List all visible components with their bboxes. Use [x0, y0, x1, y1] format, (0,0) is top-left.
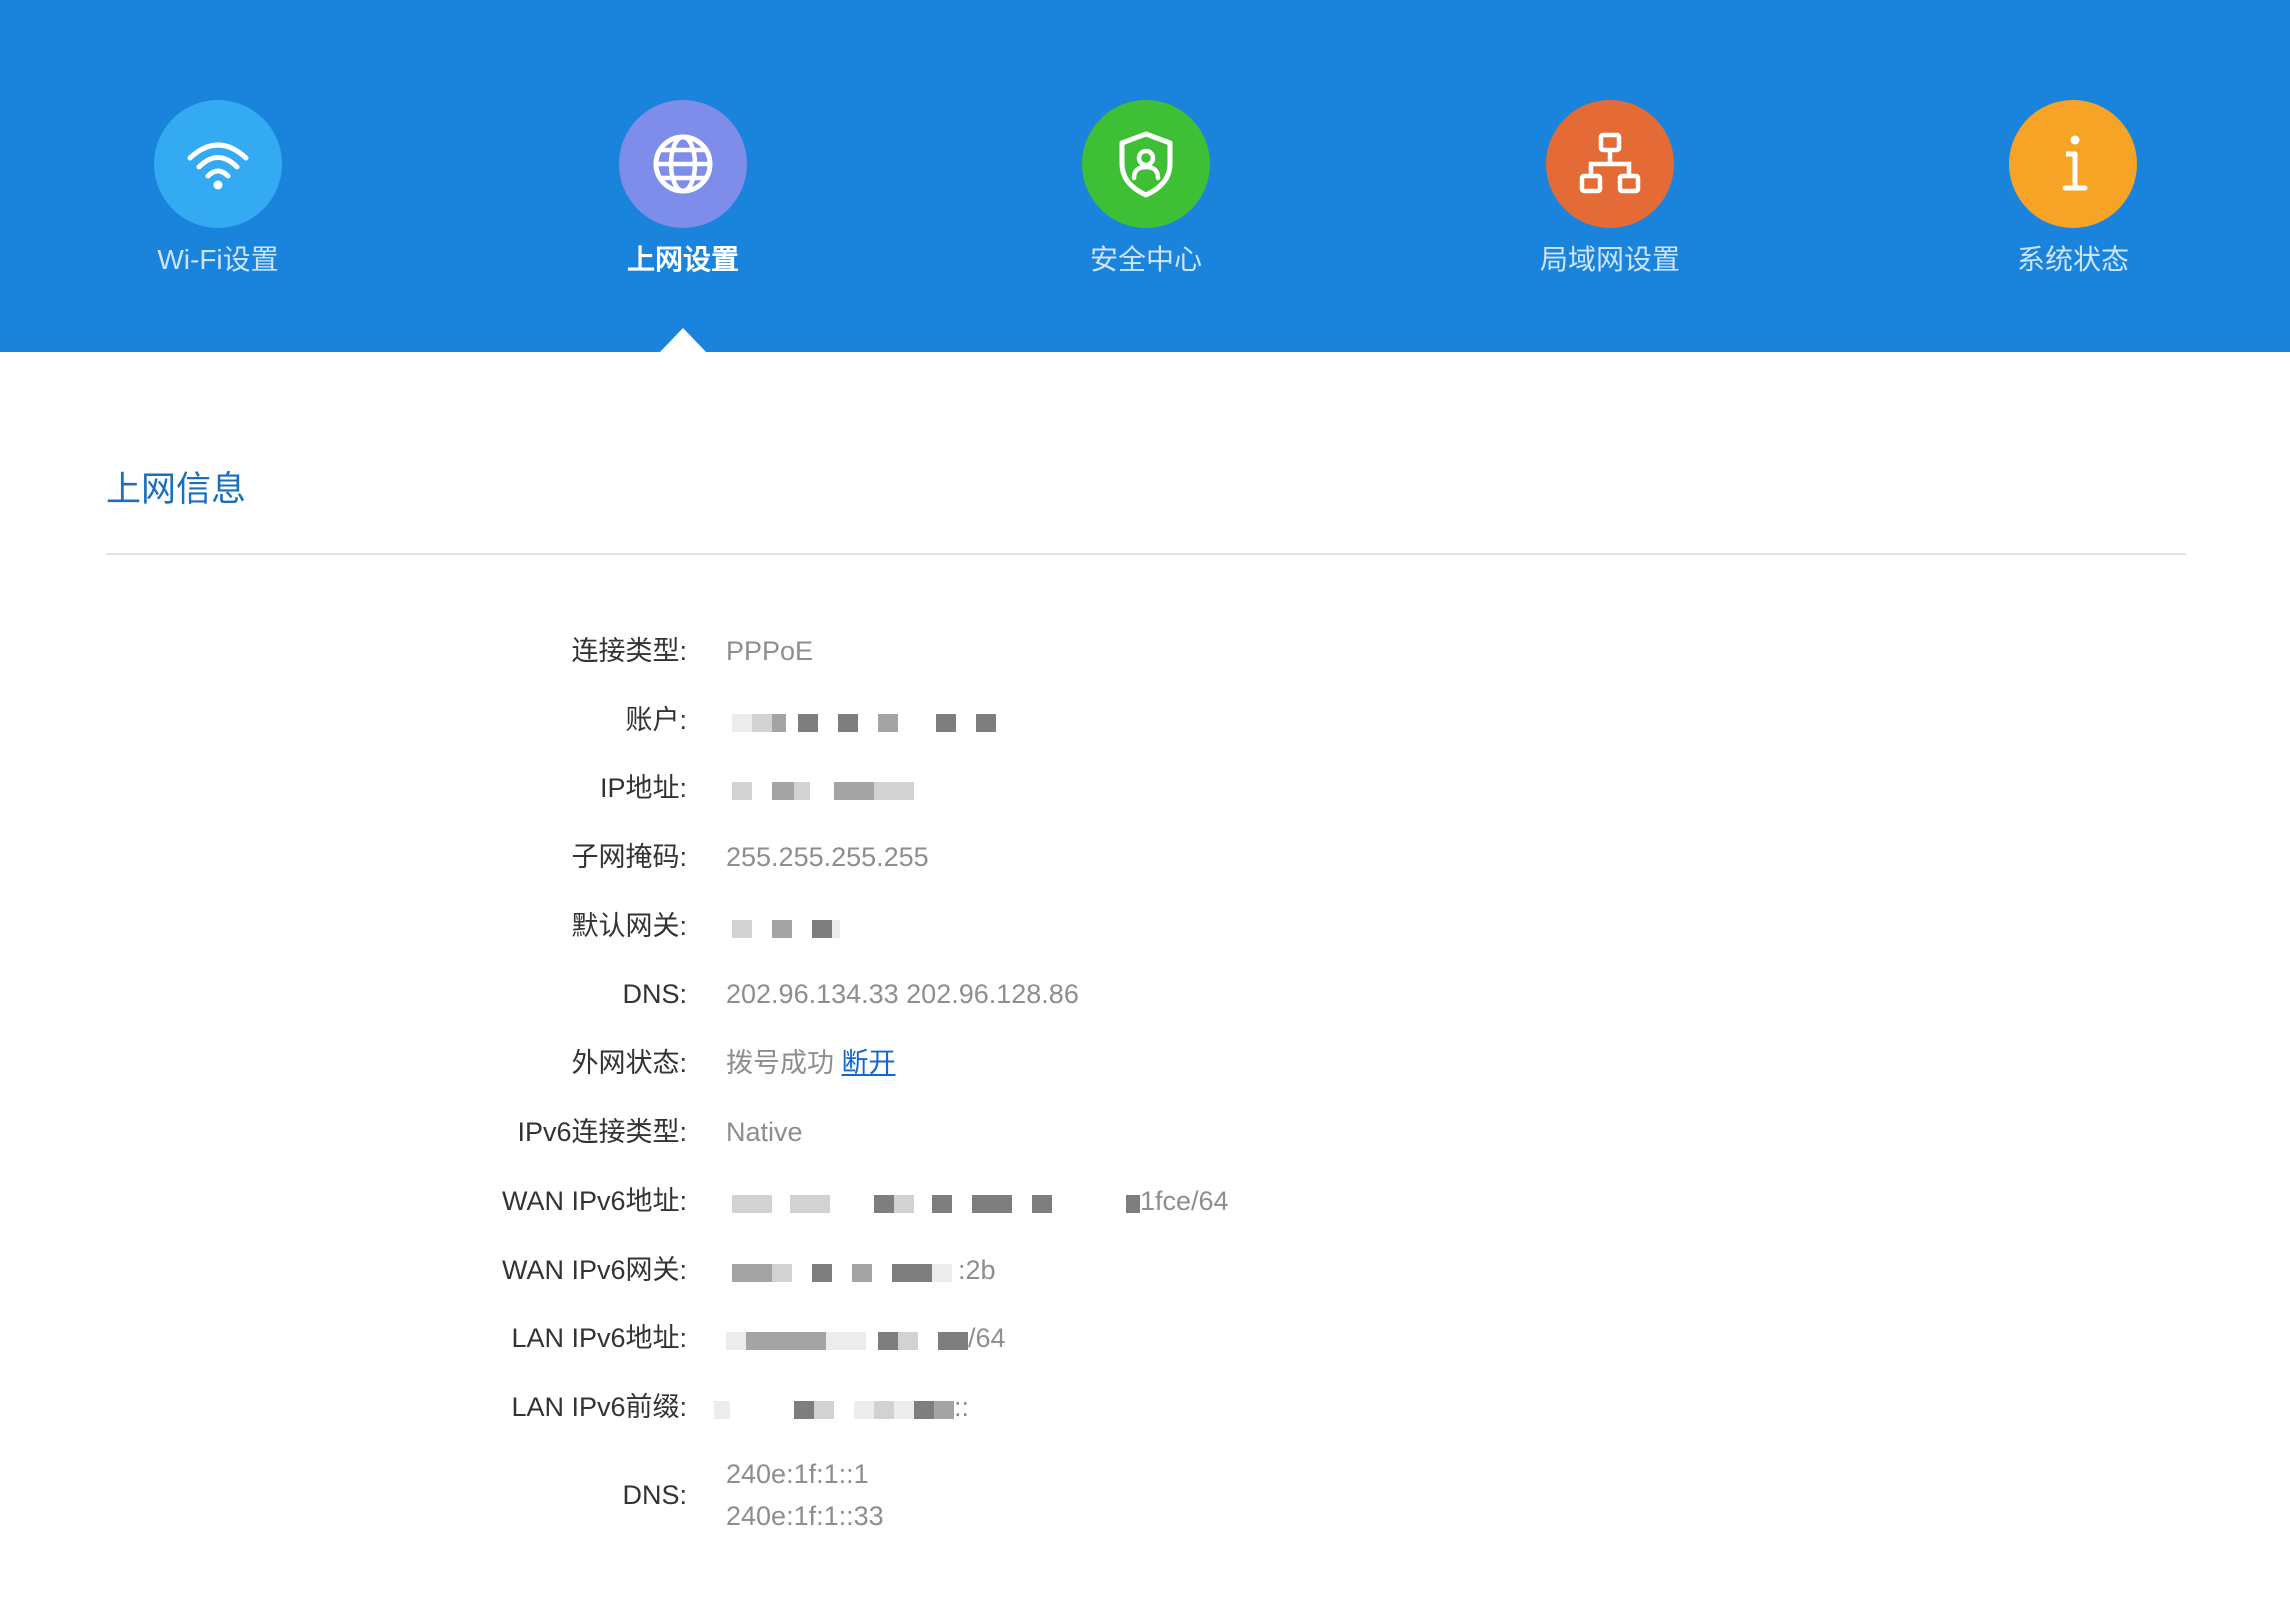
page-title: 上网信息	[106, 470, 247, 509]
row-subnet-mask: 子网掩码: 255.255.255.255	[0, 837, 2290, 877]
active-tab-pointer	[659, 328, 707, 353]
value-lan-ipv6-prefix: ::	[714, 1387, 970, 1427]
value-dns: 202.96.134.33 202.96.128.86	[726, 979, 1079, 1009]
network-topology-icon	[1546, 100, 1674, 228]
row-connection-type: 连接类型: PPPoE	[0, 631, 2290, 671]
row-lan-ipv6-prefix: LAN IPv6前缀: ::	[0, 1387, 2290, 1427]
globe-icon	[619, 100, 747, 228]
row-wan-ipv6-gateway: WAN IPv6网关: :2b	[0, 1250, 2290, 1290]
label-wan-ipv6-address: WAN IPv6地址:	[501, 1186, 687, 1216]
nav-label-system-status: 系统状态	[2016, 244, 2129, 275]
label-ip-address: IP地址:	[599, 773, 687, 803]
label-lan-ipv6-address: LAN IPv6地址:	[511, 1323, 687, 1353]
value-ipv6-dns: 240e:1f:1::1 240e:1f:1::33	[726, 1453, 884, 1537]
label-subnet-mask: 子网掩码:	[571, 842, 687, 872]
value-wan-ipv6-gateway: :2b	[726, 1250, 996, 1290]
label-ipv6-connection-type: IPv6连接类型:	[517, 1117, 687, 1147]
row-account: 账户:	[0, 700, 2290, 740]
nav-item-security-center[interactable]: 安全中心	[1016, 100, 1276, 300]
section-divider	[106, 553, 2186, 555]
label-lan-ipv6-prefix: LAN IPv6前缀:	[511, 1392, 687, 1422]
ipv6-dns-secondary: 240e:1f:1::33	[726, 1501, 884, 1531]
nav-label-internet-settings: 上网设置	[626, 244, 739, 275]
top-nav-bar: Wi-Fi设置 上网设置 安全中心 局域网设置 系统状态	[0, 0, 2290, 353]
value-subnet-mask: 255.255.255.255	[726, 842, 929, 872]
disconnect-link[interactable]: 断开	[842, 1048, 896, 1078]
label-connection-type: 连接类型:	[571, 636, 687, 666]
wan-ipv6-address-suffix: 1fce/64	[1140, 1186, 1229, 1216]
label-account: 账户:	[625, 705, 687, 735]
value-ip-address-redacted	[726, 768, 914, 808]
value-wan-status: 拨号成功 断开	[726, 1043, 896, 1083]
wan-status-text: 拨号成功	[726, 1048, 834, 1078]
lan-ipv6-prefix-suffix: ::	[954, 1392, 970, 1422]
nav-item-wifi-settings[interactable]: Wi-Fi设置	[88, 100, 348, 300]
row-ip-address: IP地址:	[0, 768, 2290, 808]
info-icon	[2009, 100, 2137, 228]
ipv6-dns-primary: 240e:1f:1::1	[726, 1459, 869, 1489]
value-default-gateway-redacted	[726, 906, 840, 946]
value-ipv6-connection-type: Native	[726, 1117, 803, 1147]
value-wan-ipv6-address: 1fce/64	[726, 1181, 1229, 1221]
row-wan-status: 外网状态: 拨号成功 断开	[0, 1043, 2290, 1083]
label-wan-status: 外网状态:	[571, 1048, 687, 1078]
row-dns: DNS: 202.96.134.33 202.96.128.86	[0, 974, 2290, 1014]
wan-ipv6-gateway-suffix: :2b	[958, 1255, 996, 1285]
lan-ipv6-address-suffix: /64	[968, 1323, 1006, 1353]
nav-label-lan-settings: 局域网设置	[1539, 244, 1680, 275]
label-ipv6-dns: DNS:	[622, 1480, 687, 1510]
row-default-gateway: 默认网关:	[0, 906, 2290, 946]
value-account-redacted	[726, 700, 996, 740]
row-ipv6-connection-type: IPv6连接类型: Native	[0, 1112, 2290, 1152]
nav-item-lan-settings[interactable]: 局域网设置	[1480, 100, 1740, 300]
row-wan-ipv6-address: WAN IPv6地址: 1fce/64	[0, 1181, 2290, 1221]
nav-label-wifi-settings: Wi-Fi设置	[157, 244, 279, 275]
row-lan-ipv6-address: LAN IPv6地址: /64	[0, 1318, 2290, 1358]
value-lan-ipv6-address: /64	[726, 1318, 1006, 1358]
label-default-gateway: 默认网关:	[571, 911, 687, 941]
nav-item-system-status[interactable]: 系统状态	[1943, 100, 2203, 300]
label-wan-ipv6-gateway: WAN IPv6网关:	[501, 1255, 687, 1285]
shield-user-icon	[1082, 100, 1210, 228]
nav-item-internet-settings[interactable]: 上网设置	[553, 100, 813, 300]
label-dns: DNS:	[622, 979, 687, 1009]
wifi-icon	[154, 100, 282, 228]
value-connection-type: PPPoE	[726, 636, 814, 666]
nav-label-security-center: 安全中心	[1089, 244, 1202, 275]
